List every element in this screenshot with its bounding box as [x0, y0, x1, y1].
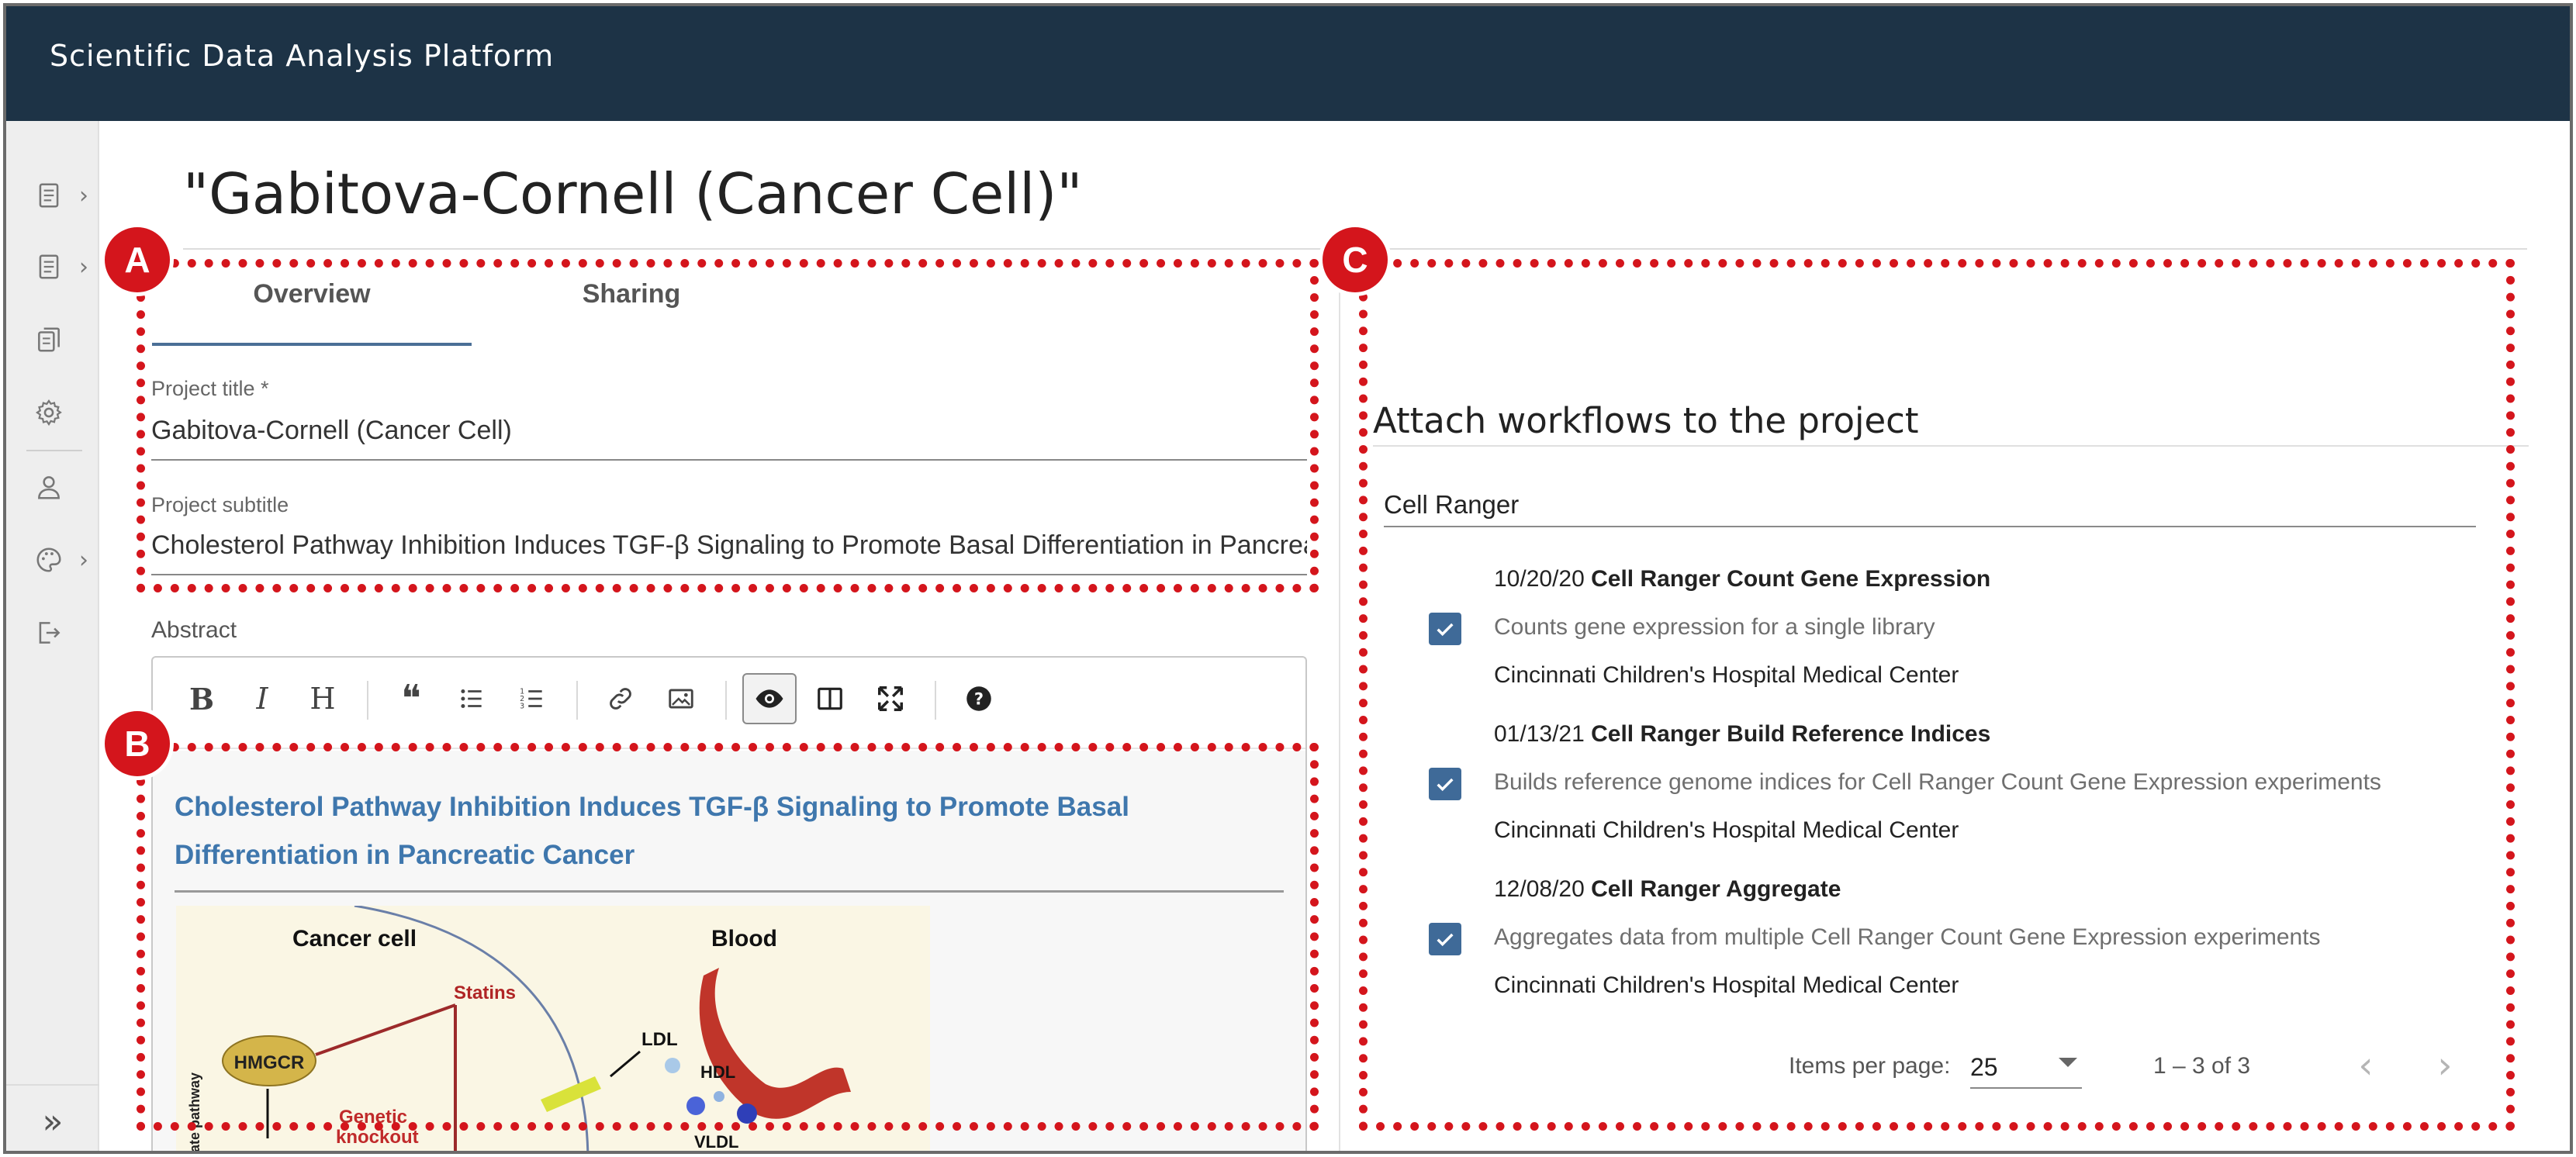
- numbered-list-button[interactable]: 123: [505, 673, 559, 724]
- app-title: Scientific Data Analysis Platform: [50, 39, 555, 73]
- bulleted-list-icon: [461, 689, 482, 709]
- sidebar-item-documents[interactable]: ›: [34, 172, 96, 219]
- sidebar-expand-button[interactable]: »: [6, 1084, 99, 1151]
- document-icon: [39, 183, 59, 208]
- callout-box-a: [137, 259, 1319, 592]
- eye-icon: [756, 689, 783, 708]
- abstract-label: Abstract: [151, 617, 237, 643]
- logout-icon: [39, 622, 61, 644]
- quote-icon: ❝: [401, 677, 421, 720]
- callout-badge-c: C: [1319, 223, 1392, 296]
- column-divider: [1339, 262, 1340, 1151]
- page-title: "Gabitova-Cornell (Cancer Cell)": [183, 161, 1083, 226]
- sidebar-item-logout[interactable]: [34, 610, 96, 656]
- chevron-right-icon: ›: [79, 546, 88, 574]
- sidebar-item-settings[interactable]: [34, 389, 96, 436]
- sidebar-item-copies[interactable]: [34, 316, 96, 363]
- gear-icon: [35, 399, 62, 427]
- person-icon: [38, 476, 60, 499]
- sidebar-item-account[interactable]: [34, 464, 96, 510]
- callout-badge-b: B: [101, 707, 174, 780]
- callout-badge-a: A: [101, 223, 174, 296]
- toolbar-separator: [725, 681, 727, 720]
- editor-toolbar: B I H ❝ 123 ?: [153, 658, 1305, 749]
- document-icon: [39, 254, 59, 279]
- toolbar-separator: [576, 681, 578, 720]
- bulleted-list-button[interactable]: [444, 673, 499, 724]
- link-icon: [610, 688, 631, 710]
- quote-button[interactable]: ❝: [384, 673, 438, 724]
- toolbar-separator: [367, 681, 368, 720]
- toolbar-separator: [935, 681, 936, 720]
- copy-icon: [38, 327, 60, 352]
- columns-icon: [818, 687, 842, 710]
- sidebar-item-theme[interactable]: ›: [34, 537, 96, 583]
- expand-icon: [878, 686, 903, 711]
- callout-box-c: [1359, 259, 2515, 1131]
- heading-button[interactable]: H: [296, 673, 350, 724]
- fullscreen-button[interactable]: [863, 673, 918, 724]
- numbered-list-icon: 123: [520, 688, 542, 711]
- italic-button[interactable]: I: [235, 673, 289, 724]
- help-button[interactable]: ?: [952, 673, 1006, 724]
- help-icon: ?: [966, 686, 991, 711]
- chevron-right-icon: ›: [79, 181, 88, 209]
- image-button[interactable]: [654, 673, 708, 724]
- vldl-label: VLDL: [694, 1132, 738, 1152]
- top-app-bar: Scientific Data Analysis Platform: [6, 6, 2570, 121]
- palette-icon: [36, 547, 61, 572]
- sidebar-item-projects[interactable]: ›: [34, 243, 96, 290]
- callout-box-b: [137, 743, 1319, 1131]
- sidebar-divider: [26, 450, 82, 451]
- preview-toggle-button[interactable]: [742, 673, 797, 724]
- app-window: Scientific Data Analysis Platform › › › …: [3, 3, 2573, 1154]
- svg-text:?: ?: [974, 690, 984, 709]
- sidebar: › › › »: [6, 121, 99, 1151]
- link-button[interactable]: [593, 673, 648, 724]
- bold-button[interactable]: B: [175, 673, 229, 724]
- side-by-side-button[interactable]: [803, 673, 857, 724]
- chevron-right-icon: ›: [79, 253, 88, 281]
- svg-text:3: 3: [520, 703, 524, 711]
- image-icon: [669, 689, 693, 709]
